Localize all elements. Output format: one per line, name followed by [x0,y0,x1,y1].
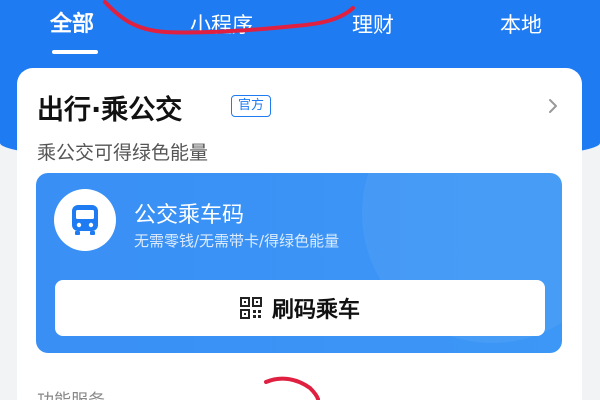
tab-bar: 全部 小程序 理财 本地 [0,0,600,60]
transit-card[interactable]: 出行·乘公交 官方 乘公交可得绿色能量 公交乘车码 无需零钱/无需带卡/得绿色能… [17,68,582,400]
tab-active-indicator [52,50,98,54]
tab-finance[interactable]: 理财 [352,8,394,42]
scan-to-ride-button[interactable]: 刷码乘车 [55,280,545,336]
qr-code-icon [239,297,262,319]
bus-code-title: 公交乘车码 [134,203,245,228]
card-title: 出行·乘公交 [37,95,183,126]
scan-button-label: 刷码乘车 [271,298,361,323]
tab-mini-programs[interactable]: 小程序 [190,8,253,42]
bus-icon-badge [54,189,116,251]
bus-code-panel[interactable]: 公交乘车码 无需零钱/无需带卡/得绿色能量 刷码乘车 [36,173,562,353]
card-subtitle: 乘公交可得绿色能量 [37,142,209,164]
bus-icon [72,205,98,235]
tab-all[interactable]: 全部 [50,8,94,42]
chevron-right-icon[interactable] [545,98,561,114]
screen: 全部 小程序 理财 本地 出行·乘公交 官方 乘公交可得绿色能量 公交乘车码 无… [0,0,600,400]
tab-local[interactable]: 本地 [500,8,542,42]
official-badge: 官方 [231,95,272,117]
bus-code-subtitle: 无需零钱/无需带卡/得绿色能量 [134,232,340,250]
services-section-label: 功能服务 [37,386,105,400]
scan-button-content: 刷码乘车 [239,292,361,324]
